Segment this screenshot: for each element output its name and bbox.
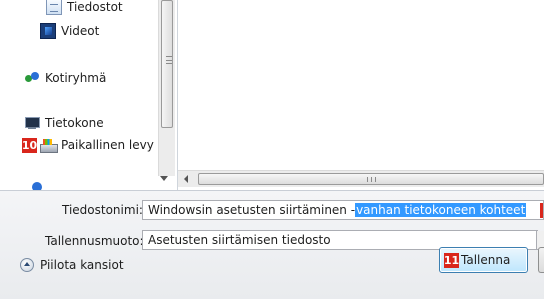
scrollbar-grip [166, 56, 172, 64]
nav-item-computer[interactable]: Tietokone [24, 114, 104, 132]
content-horizontal-scrollbar[interactable] [178, 170, 544, 187]
nav-item-label: Kotiryhmä [45, 71, 107, 85]
callout-badge: 9 [540, 202, 543, 218]
scrollbar-grip [367, 177, 376, 182]
save-button-label: Tallenna [461, 253, 511, 267]
filename-input[interactable]: Windowsin asetusten siirtäminen - vanhan… [142, 200, 544, 220]
nav-item-label: Tiedostot [67, 0, 123, 14]
nav-item-videos[interactable]: Videot [40, 22, 99, 40]
callout-badge: 11 [443, 252, 460, 268]
savetype-value: Asetusten siirtämisen tiedosto [148, 233, 331, 247]
documents-icon [46, 0, 62, 15]
computer-icon [24, 115, 40, 131]
hide-folders-label: Piilota kansiot [40, 258, 124, 272]
nav-item-label: Tietokone [45, 116, 104, 130]
file-list-pane[interactable] [178, 0, 544, 170]
nav-item-documents[interactable]: Tiedostot [46, 0, 123, 16]
callout-badge: 10 [21, 137, 38, 153]
scrollbar-thumb[interactable] [161, 0, 173, 128]
navigation-pane: Tiedostot Videot Kotiryhmä Tietokone 10 … [0, 0, 177, 176]
save-button[interactable]: 11 Tallenna [439, 247, 528, 273]
homegroup-icon [24, 70, 40, 86]
nav-item-local-disk[interactable]: 10 Paikallinen levy ( [21, 136, 163, 154]
videos-icon [40, 23, 56, 39]
scroll-down-arrow-icon[interactable] [160, 176, 168, 181]
network-icon [30, 180, 46, 190]
local-disk-icon [40, 137, 58, 153]
nav-item-homegroup[interactable]: Kotiryhmä [24, 69, 106, 87]
scroll-left-arrow-icon[interactable] [184, 175, 188, 183]
scrollbar-thumb[interactable] [198, 173, 544, 185]
hide-folders-toggle[interactable]: Piilota kansiot [20, 256, 124, 274]
chevron-up-icon [20, 258, 34, 272]
filename-selected-text: vanhan tietokoneen kohteet [355, 203, 527, 217]
filename-label: Tiedostonimi: [62, 203, 143, 217]
file-browser-area: Tiedostot Videot Kotiryhmä Tietokone 10 … [0, 0, 544, 190]
nav-item-label: Paikallinen levy ( [61, 138, 163, 152]
nav-vertical-scrollbar[interactable] [158, 0, 175, 176]
cancel-button[interactable] [538, 247, 544, 273]
nav-item-label: Videot [61, 24, 100, 38]
filename-text: Windowsin asetusten siirtäminen - [148, 203, 356, 217]
savetype-label: Tallennusmuoto: [45, 234, 144, 248]
